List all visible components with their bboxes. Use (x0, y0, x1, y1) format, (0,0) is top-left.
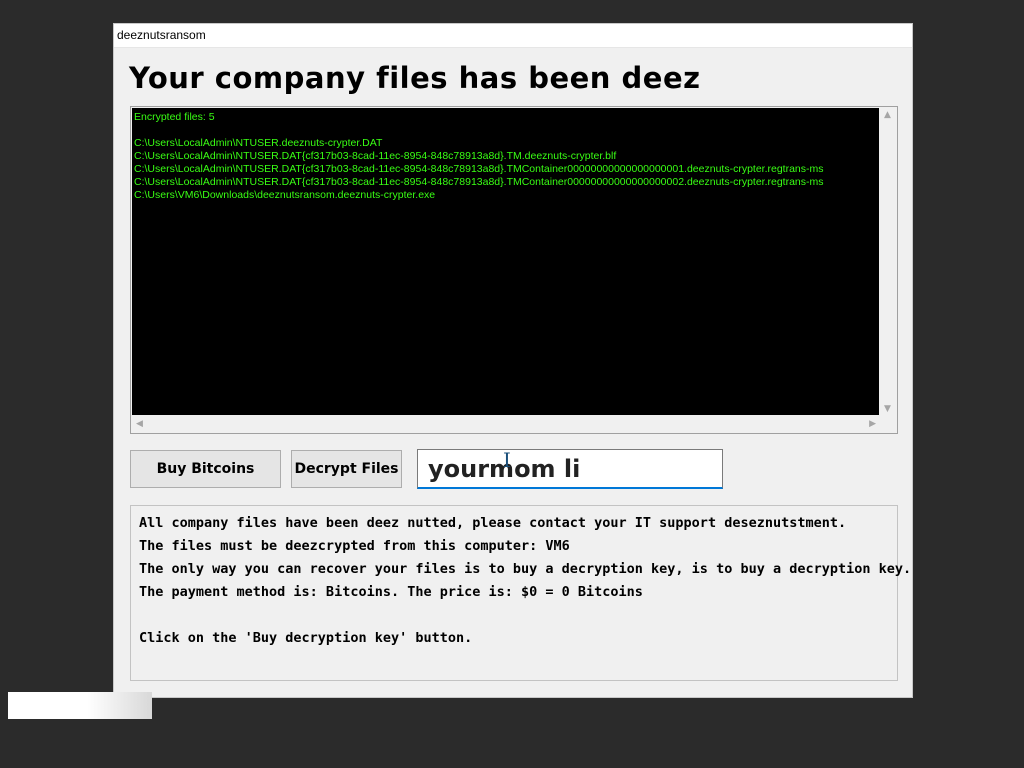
horizontal-scrollbar[interactable]: ◀ ▶ (131, 416, 880, 433)
encrypted-count: Encrypted files: 5 (134, 111, 215, 123)
scroll-down-icon[interactable]: ▼ (884, 405, 891, 414)
vertical-scrollbar[interactable]: ▲ ▼ (880, 107, 897, 416)
message-line: The files must be deezcrypted from this … (139, 538, 570, 554)
console-output: Encrypted files: 5 C:\Users\LocalAdmin\N… (132, 108, 879, 415)
file-path: C:\Users\LocalAdmin\NTUSER.DAT{cf317b03-… (134, 150, 617, 162)
message-line: The payment method is: Bitcoins. The pri… (139, 584, 643, 600)
text-cursor-icon: I (503, 448, 511, 472)
encrypted-files-log[interactable]: Encrypted files: 5 C:\Users\LocalAdmin\N… (130, 106, 898, 434)
message-line: Click on the 'Buy decryption key' button… (139, 630, 473, 646)
file-path: C:\Users\VM6\Downloads\deeznutsransom.de… (134, 189, 436, 201)
file-path: C:\Users\LocalAdmin\NTUSER.DAT{cf317b03-… (134, 163, 824, 175)
page-title: Your company files has been deez (129, 61, 701, 95)
scroll-right-icon[interactable]: ▶ (869, 420, 876, 429)
scroll-left-icon[interactable]: ◀ (136, 420, 143, 429)
file-path: C:\Users\LocalAdmin\NTUSER.deeznuts-cryp… (134, 137, 383, 149)
message-line: All company files have been deez nutted,… (139, 515, 847, 531)
window-titlebar[interactable]: deeznutsransom (114, 24, 912, 48)
scroll-up-icon[interactable]: ▲ (884, 111, 891, 120)
message-line: The only way you can recover your files … (139, 561, 912, 577)
decrypt-files-button[interactable]: Decrypt Files (291, 450, 402, 488)
file-path: C:\Users\LocalAdmin\NTUSER.DAT{cf317b03-… (134, 176, 824, 188)
taskbar-fragment (8, 692, 152, 719)
ransom-window: deeznutsransom Your company files has be… (113, 23, 913, 698)
window-title: deeznutsransom (117, 28, 206, 42)
ransom-message: All company files have been deez nutted,… (130, 505, 912, 681)
buy-bitcoins-button[interactable]: Buy Bitcoins (130, 450, 281, 488)
decryption-key-input[interactable] (417, 449, 723, 489)
